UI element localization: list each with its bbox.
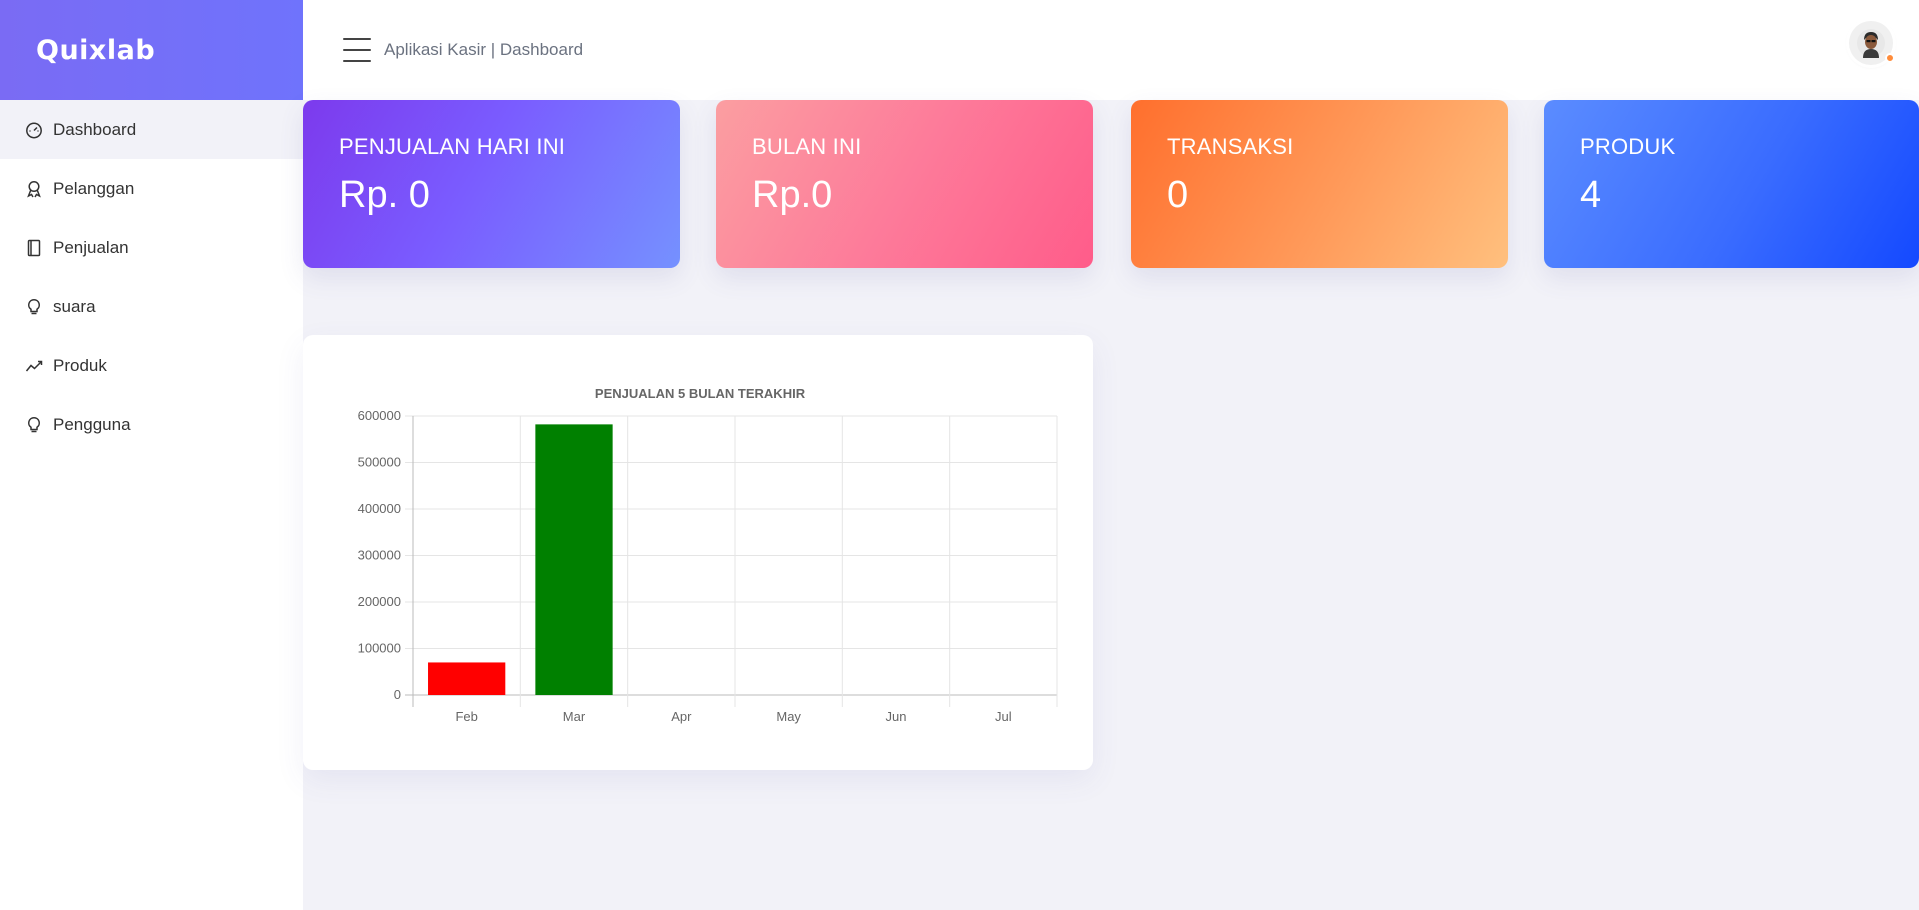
y-tick-label: 100000 [358,641,401,656]
x-tick-label: May [776,709,801,724]
topbar: Aplikasi Kasir | Dashboard [303,0,1919,100]
graph-icon [24,356,44,376]
avatar-face [1857,29,1885,58]
bar-feb [428,662,506,695]
stat-label: PENJUALAN HARI INI [339,134,566,159]
bar-mar [535,424,613,695]
sidebar-item-label: Dashboard [53,119,137,139]
sidebar-item-label: Penjualan [53,237,129,257]
x-tick-label: Mar [563,709,586,724]
y-tick-label: 0 [394,687,401,702]
sidebar-item-produk[interactable]: Produk [0,336,303,395]
sidebar: Quixlab Dashboard Pelanggan Penjualan su… [0,0,303,910]
hamburger-icon[interactable] [343,38,371,62]
notebook-icon [24,238,44,258]
stat-label: TRANSAKSI [1167,134,1294,159]
avatar-status-dot [1885,53,1895,63]
bulb-icon [24,297,44,317]
stat-card-bulan-ini: BULAN INI Rp.0 [716,100,1093,268]
stat-value: Rp. 0 [339,174,430,216]
sidebar-item-suara[interactable]: suara [0,277,303,336]
y-tick-label: 300000 [358,548,401,563]
y-tick-label: 500000 [358,455,401,470]
brand-logo[interactable]: Quixlab [0,0,303,100]
stat-card-penjualan-hari-ini: PENJUALAN HARI INI Rp. 0 [303,100,680,268]
user-avatar-icon[interactable] [1849,21,1895,65]
sidebar-item-pengguna[interactable]: Pengguna [0,395,303,454]
sidebar-item-pelanggan[interactable]: Pelanggan [0,159,303,218]
page-title: Aplikasi Kasir | Dashboard [384,40,584,59]
stat-value: 0 [1167,174,1189,216]
x-tick-label: Feb [455,709,477,724]
x-tick-label: Jun [886,709,907,724]
sidebar-item-penjualan[interactable]: Penjualan [0,218,303,277]
stat-label: BULAN INI [752,134,862,159]
sidebar-item-label: Pengguna [53,414,131,434]
chart-title: PENJUALAN 5 BULAN TERAKHIR [595,386,806,401]
y-tick-label: 600000 [358,408,401,423]
x-tick-label: Apr [671,709,692,724]
stat-label: PRODUK [1580,134,1676,159]
stat-value: Rp.0 [752,174,833,216]
stat-card-transaksi: TRANSAKSI 0 [1131,100,1508,268]
stat-value: 4 [1580,174,1602,216]
bulb-icon [24,415,44,435]
sales-chart-card: PENJUALAN 5 BULAN TERAKHIR 0 100000 200000… [303,335,1093,770]
sidebar-menu: Dashboard Pelanggan Penjualan suara Prod… [0,100,303,454]
stat-card-produk: PRODUK 4 [1544,100,1919,268]
sales-bar-chart: PENJUALAN 5 BULAN TERAKHIR 0 100000 200000… [358,386,1058,724]
award-icon [24,179,44,199]
sidebar-item-label: Produk [53,355,107,375]
y-tick-label: 400000 [358,501,401,516]
x-tick-label: Jul [995,709,1012,724]
brand-name[interactable]: Quixlab [36,35,155,66]
sidebar-item-label: suara [53,296,96,316]
speedometer-icon [24,120,44,140]
sidebar-item-dashboard[interactable]: Dashboard [0,100,303,159]
sidebar-item-label: Pelanggan [53,178,135,198]
y-tick-label: 200000 [358,594,401,609]
